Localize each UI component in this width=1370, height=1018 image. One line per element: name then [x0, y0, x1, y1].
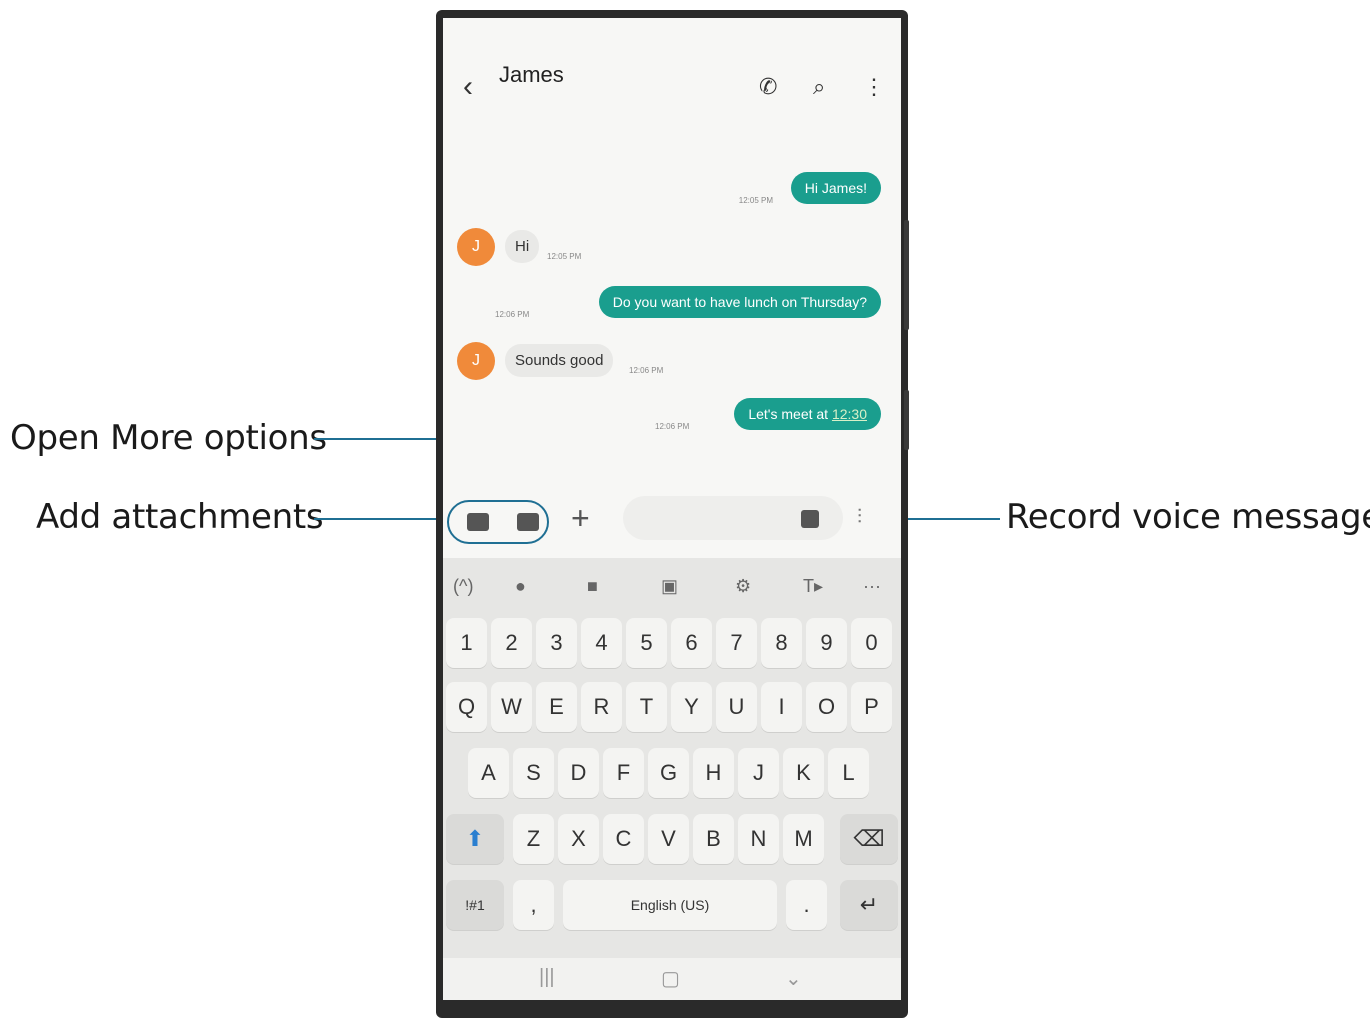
avatar[interactable]: J	[457, 342, 495, 380]
keyboard-tool-icon[interactable]: ●	[515, 576, 526, 597]
symbols-key[interactable]: !#1	[446, 880, 504, 930]
period-key[interactable]: .	[786, 880, 827, 930]
backspace-key[interactable]: ⌫	[840, 814, 898, 864]
keyboard-tool-icon[interactable]: ···	[863, 576, 881, 597]
message-time: 12:05 PM	[738, 196, 773, 205]
key[interactable]: A	[468, 748, 509, 798]
key[interactable]: 1	[446, 618, 487, 668]
keyboard-row-2: A S D F G H J K L	[443, 742, 901, 800]
message-time: 12:06 PM	[629, 366, 664, 375]
key[interactable]: Z	[513, 814, 554, 864]
keyboard-tool-icon[interactable]: ■	[587, 576, 598, 597]
key[interactable]: T	[626, 682, 667, 732]
gallery-icon[interactable]	[467, 513, 489, 531]
message-bubble-sent[interactable]: Do you want to have lunch on Thursday?	[598, 286, 881, 318]
key[interactable]: Q	[446, 682, 487, 732]
key[interactable]: L	[828, 748, 869, 798]
space-key[interactable]: English (US)	[563, 880, 777, 930]
key[interactable]: C	[603, 814, 644, 864]
key[interactable]: 0	[851, 618, 892, 668]
message-bubble-sent[interactable]: Hi James!	[790, 172, 881, 204]
keyboard-tool-icon[interactable]: (^)	[453, 576, 473, 597]
key[interactable]: R	[581, 682, 622, 732]
message-bubble-received[interactable]: Sounds good	[505, 344, 614, 377]
keyboard-tool-icon[interactable]: ▣	[661, 576, 678, 597]
search-icon[interactable]: ⌕	[813, 74, 825, 100]
shift-key[interactable]: ⬆	[446, 814, 504, 864]
key[interactable]: O	[806, 682, 847, 732]
contact-name: James	[499, 62, 564, 87]
key[interactable]: 7	[716, 618, 757, 668]
message-composer: + ⫶	[443, 488, 901, 550]
voice-record-icon[interactable]: ⫶	[857, 506, 862, 529]
key[interactable]: S	[513, 748, 554, 798]
key[interactable]: N	[738, 814, 779, 864]
message-bubble-sent[interactable]: Let's meet at 12:30	[734, 398, 881, 430]
callout-line-attach	[314, 518, 448, 520]
keyboard-toolbar: (^) ● ■ ▣ ⚙ T▸ ···	[443, 566, 901, 612]
callout-open-more-options: Open More options	[10, 418, 327, 458]
key[interactable]: D	[558, 748, 599, 798]
key[interactable]: J	[738, 748, 779, 798]
key[interactable]: 3	[536, 618, 577, 668]
key[interactable]: M	[783, 814, 824, 864]
key[interactable]: 6	[671, 618, 712, 668]
phone-icon[interactable]: ✆	[759, 74, 777, 100]
keyboard-row-numbers: 1 2 3 4 5 6 7 8 9 0	[443, 612, 901, 670]
back-nav-icon[interactable]: ⌄	[785, 966, 802, 991]
key[interactable]: P	[851, 682, 892, 732]
keyboard-row-bottom: !#1 , English (US) . ↵	[443, 874, 901, 932]
key[interactable]: 5	[626, 618, 667, 668]
key[interactable]: F	[603, 748, 644, 798]
enter-key[interactable]: ↵	[840, 880, 898, 930]
power-button	[904, 390, 909, 450]
key[interactable]: U	[716, 682, 757, 732]
message-time: 12:05 PM	[547, 252, 582, 261]
key[interactable]: Y	[671, 682, 712, 732]
keyboard: (^) ● ■ ▣ ⚙ T▸ ··· 1 2 3 4 5 6 7 8 9 0 Q…	[443, 558, 901, 958]
avatar[interactable]: J	[457, 228, 495, 266]
key[interactable]: W	[491, 682, 532, 732]
key[interactable]: 4	[581, 618, 622, 668]
key[interactable]: V	[648, 814, 689, 864]
callout-record-voice: Record voice message	[1006, 497, 1370, 537]
key[interactable]: E	[536, 682, 577, 732]
more-options-plus-icon[interactable]: +	[571, 500, 590, 536]
message-bubble-received[interactable]: Hi	[505, 230, 540, 263]
key[interactable]: X	[558, 814, 599, 864]
keyboard-row-3: ⬆ Z X C V B N M ⌫	[443, 808, 901, 866]
key[interactable]: 9	[806, 618, 847, 668]
message-time: 12:06 PM	[495, 310, 530, 319]
callout-add-attachments: Add attachments	[36, 497, 324, 537]
time-link[interactable]: 12:30	[832, 406, 867, 422]
back-icon[interactable]: ‹	[463, 70, 473, 104]
more-options-icon[interactable]: ⋮	[863, 74, 885, 100]
sticker-icon[interactable]	[801, 510, 819, 528]
key[interactable]: H	[693, 748, 734, 798]
conversation-header: ‹ James ✆ ⌕ ⋮	[443, 18, 901, 148]
key[interactable]: B	[693, 814, 734, 864]
key[interactable]: 8	[761, 618, 802, 668]
key[interactable]: I	[761, 682, 802, 732]
message-time: 12:06 PM	[655, 422, 690, 431]
keyboard-tool-icon[interactable]: T▸	[803, 576, 823, 597]
key[interactable]: 2	[491, 618, 532, 668]
comma-key[interactable]: ,	[513, 880, 554, 930]
camera-icon[interactable]	[517, 513, 539, 531]
volume-button	[904, 220, 909, 330]
phone-screen: ‹ James ✆ ⌕ ⋮ 12:05 PM Hi James! J Hi 12…	[443, 18, 901, 1000]
recent-apps-icon[interactable]: |||	[539, 966, 555, 989]
message-text: Let's meet at	[748, 406, 832, 422]
keyboard-tool-icon[interactable]: ⚙	[735, 576, 751, 597]
home-icon[interactable]: ▢	[661, 966, 680, 991]
navigation-bar: ||| ▢ ⌄	[443, 958, 901, 1000]
key[interactable]: G	[648, 748, 689, 798]
key[interactable]: K	[783, 748, 824, 798]
keyboard-row-1: Q W E R T Y U I O P	[443, 676, 901, 734]
